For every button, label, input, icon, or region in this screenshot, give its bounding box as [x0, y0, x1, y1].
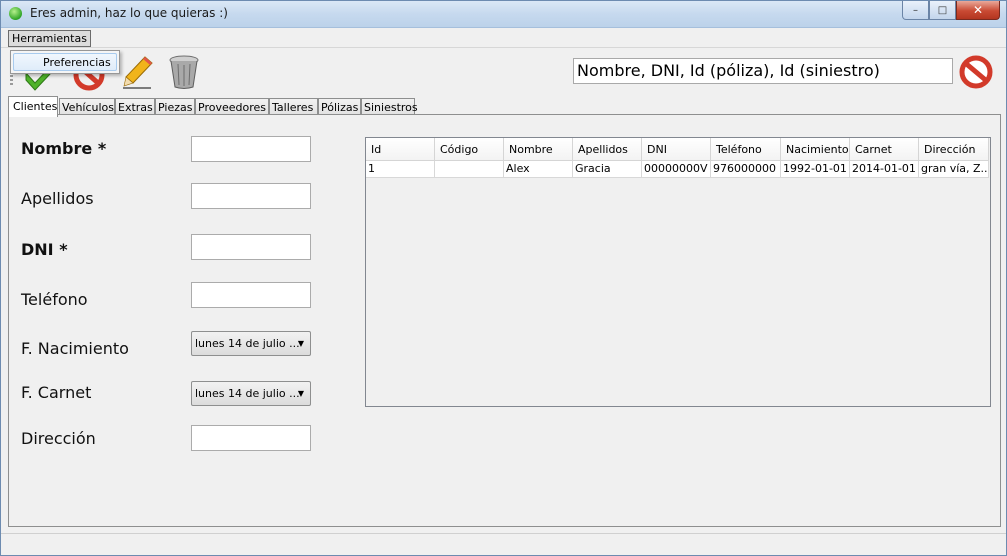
- no-entry-icon[interactable]: [959, 55, 993, 89]
- table-cell: 2014-01-01: [850, 161, 919, 178]
- dni-input[interactable]: [191, 234, 311, 260]
- column-header-direccion[interactable]: Dirección: [919, 138, 989, 161]
- herramientas-menu-popup: Preferencias: [10, 50, 120, 74]
- table-header: Id Código Nombre Apellidos DNI Teléfono …: [366, 138, 989, 161]
- column-header-telefono[interactable]: Teléfono: [711, 138, 781, 161]
- table-cell: gran vía, Z...: [919, 161, 989, 178]
- table-cell: 1: [366, 161, 435, 178]
- tab-clientes[interactable]: Clientes: [8, 96, 58, 117]
- table-cell: [435, 161, 504, 178]
- table-row[interactable]: 1 Alex Gracia 00000000V 976000000 1992-0…: [366, 161, 989, 178]
- table-cell: 976000000: [711, 161, 781, 178]
- status-bar: [1, 533, 1006, 555]
- label-fecha-nacimiento: F. Nacimiento: [21, 339, 129, 358]
- direccion-input[interactable]: [191, 425, 311, 451]
- edit-pencil-icon[interactable]: [121, 54, 155, 90]
- app-icon: [9, 7, 22, 20]
- label-dni: DNI *: [21, 240, 68, 259]
- trash-icon[interactable]: [167, 54, 201, 90]
- fecha-nacimiento-value: lunes 14 de julio ...: [195, 337, 300, 350]
- label-telefono: Teléfono: [21, 290, 88, 309]
- main-window: Eres admin, haz lo que quieras :) – □ ✕ …: [0, 0, 1007, 556]
- table-cell: Gracia: [573, 161, 642, 178]
- label-fecha-carnet: F. Carnet: [21, 383, 92, 402]
- fecha-carnet-select[interactable]: lunes 14 de julio ... ▼: [191, 381, 311, 406]
- label-direccion: Dirección: [21, 429, 96, 448]
- column-header-carnet[interactable]: Carnet: [850, 138, 919, 161]
- nombre-input[interactable]: [191, 136, 311, 162]
- menu-herramientas[interactable]: Herramientas: [8, 30, 91, 47]
- table-cell: Alex: [504, 161, 573, 178]
- column-header-nombre[interactable]: Nombre: [504, 138, 573, 161]
- clientes-table[interactable]: Id Código Nombre Apellidos DNI Teléfono …: [365, 137, 991, 407]
- column-header-apellidos[interactable]: Apellidos: [573, 138, 642, 161]
- menu-item-preferencias[interactable]: Preferencias: [13, 53, 117, 71]
- menu-bar: Herramientas: [1, 28, 1006, 48]
- column-header-dni[interactable]: DNI: [642, 138, 711, 161]
- apellidos-input[interactable]: [191, 183, 311, 209]
- search-input[interactable]: Nombre, DNI, Id (póliza), Id (siniestro): [573, 58, 953, 84]
- close-button[interactable]: ✕: [956, 1, 1000, 20]
- label-apellidos: Apellidos: [21, 189, 94, 208]
- table-cell: 1992-01-01: [781, 161, 850, 178]
- column-header-nacimiento[interactable]: Nacimiento: [781, 138, 850, 161]
- fecha-carnet-value: lunes 14 de julio ...: [195, 387, 300, 400]
- window-title: Eres admin, haz lo que quieras :): [30, 6, 228, 20]
- label-nombre: Nombre *: [21, 139, 107, 158]
- chevron-down-icon: ▼: [297, 389, 304, 398]
- title-bar[interactable]: Eres admin, haz lo que quieras :) – □ ✕: [1, 1, 1006, 28]
- window-controls: – □ ✕: [902, 1, 1000, 20]
- fecha-nacimiento-select[interactable]: lunes 14 de julio ... ▼: [191, 331, 311, 356]
- column-header-id[interactable]: Id: [366, 138, 435, 161]
- maximize-button[interactable]: □: [929, 1, 956, 20]
- minimize-button[interactable]: –: [902, 1, 929, 20]
- telefono-input[interactable]: [191, 282, 311, 308]
- chevron-down-icon: ▼: [297, 339, 304, 348]
- table-cell: 00000000V: [642, 161, 711, 178]
- column-header-codigo[interactable]: Código: [435, 138, 504, 161]
